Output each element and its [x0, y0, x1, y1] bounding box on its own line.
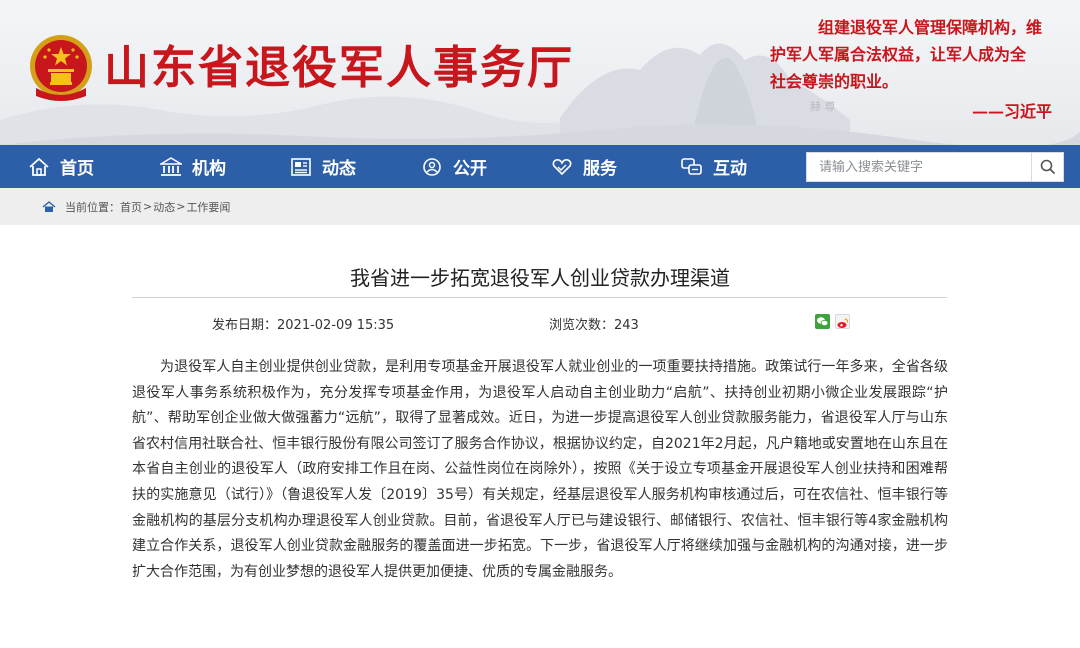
nav-label: 机构 [192, 159, 226, 179]
leader-quote: 组建退役军人管理保障机构，维 护军人军属合法权益，让军人成为全 社会尊崇的职业。 [770, 14, 1062, 95]
nav-item-public[interactable]: 公开 [421, 145, 487, 188]
share-wechat-button[interactable] [815, 314, 830, 329]
nav-label: 首页 [60, 159, 94, 179]
breadcrumb-separator: > [176, 200, 186, 213]
nav-item-service[interactable]: 服务 [551, 145, 617, 188]
search-button[interactable] [1031, 153, 1063, 181]
nav-item-interaction[interactable]: 互动 [681, 145, 747, 188]
news-icon [291, 157, 311, 176]
quote-author: ——习近平 [972, 102, 1053, 121]
breadcrumb-bar: 当前位置： 首页 > 动态 > 工作要闻 [0, 188, 1080, 225]
nav-item-news[interactable]: 动态 [290, 145, 356, 188]
nav-item-institution[interactable]: 机构 [160, 145, 226, 188]
svg-text:赫 尊: 赫 尊 [810, 99, 836, 113]
heart-hand-icon [552, 158, 572, 175]
breadcrumb-separator: > [143, 200, 153, 213]
breadcrumb-item[interactable]: 动态 [153, 199, 175, 215]
publish-date-value: 2021-02-09 15:35 [277, 318, 395, 333]
quote-line: 护军人军属合法权益，让军人成为全 [770, 45, 1027, 64]
share-weibo-button[interactable] [835, 314, 850, 329]
home-icon [42, 200, 56, 212]
breadcrumb: 当前位置： 首页 > 动态 > 工作要闻 [42, 188, 230, 225]
nav-label: 公开 [453, 159, 487, 179]
quote-line: 组建退役军人管理保障机构，维 [818, 18, 1043, 37]
home-icon [29, 157, 49, 176]
nav-label: 动态 [322, 159, 356, 179]
search-box [806, 152, 1064, 182]
chat-icon [681, 157, 702, 175]
publish-date: 发布日期：2021-02-09 15:35 [212, 314, 394, 333]
breadcrumb-item[interactable]: 首页 [120, 199, 142, 215]
nav-label: 服务 [583, 159, 617, 179]
search-icon [1040, 159, 1055, 175]
header-banner: 赫 尊 山东省退役军人事务厅 组建退役军人管理保障机构，维 护军人军属合法权益，… [0, 0, 1080, 145]
institution-icon [160, 156, 182, 176]
nav-label: 互动 [713, 159, 747, 179]
search-input[interactable] [807, 153, 1031, 181]
article-body: 为退役军人自主创业提供创业贷款，是利用专项基金开展退役军人就业创业的一项重要扶持… [132, 359, 948, 580]
breadcrumb-item[interactable]: 工作要闻 [186, 199, 230, 215]
site-title[interactable]: 山东省退役军人事务厅 [104, 40, 574, 96]
view-count-label: 浏览次数： [549, 318, 615, 333]
main-nav: 首页 机构 动态 公开 服务 互动 请输入搜索关键字 [0, 145, 1080, 188]
nav-item-home[interactable]: 首页 [28, 145, 94, 188]
wechat-icon [817, 317, 829, 327]
view-count-value: 243 [614, 318, 639, 333]
breadcrumb-prefix: 当前位置： [65, 200, 120, 214]
article-title: 我省进一步拓宽退役军人创业贷款办理渠道 [350, 266, 730, 290]
title-divider [132, 297, 947, 298]
weibo-icon [837, 318, 849, 328]
national-emblem-icon [30, 35, 92, 101]
quote-line: 社会尊崇的职业。 [770, 72, 899, 91]
publish-date-label: 发布日期： [212, 318, 278, 333]
public-icon [423, 157, 441, 176]
view-count: 浏览次数：243 [549, 314, 639, 333]
